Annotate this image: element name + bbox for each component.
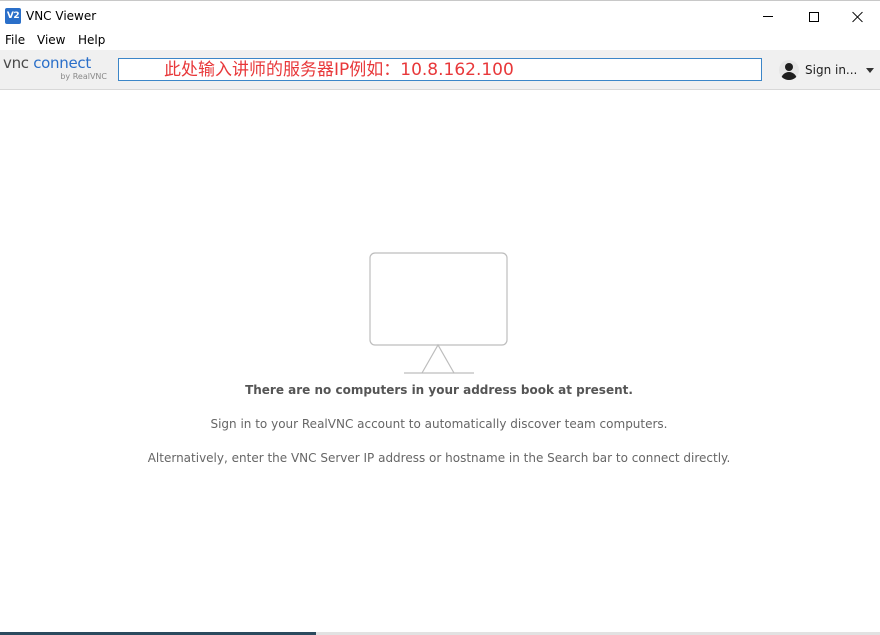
search-bar[interactable] (118, 58, 762, 81)
logo-wordmark-prefix: vnc (3, 54, 29, 72)
vnc-connect-logo: vnc connect by RealVNC (3, 54, 111, 86)
menu-help[interactable]: Help (78, 33, 105, 47)
user-icon (779, 60, 799, 80)
menu-file[interactable]: File (5, 33, 25, 47)
maximize-icon (809, 11, 819, 22)
monitor-icon (369, 252, 508, 374)
minimize-button[interactable] (745, 1, 791, 32)
vnc-app-icon: V2 (5, 8, 21, 24)
empty-state-search-hint: Alternatively, enter the VNC Server IP a… (147, 451, 731, 465)
maximize-button[interactable] (791, 1, 837, 32)
sign-in-button[interactable]: Sign in... (776, 59, 876, 81)
window-title: VNC Viewer (26, 9, 97, 23)
address-book-area: There are no computers in your address b… (0, 91, 880, 632)
menu-bar: File View Help (0, 31, 880, 50)
avatar-body (781, 72, 797, 80)
toolbar: vnc connect by RealVNC Sign in... (0, 50, 880, 90)
empty-state-signin-hint: Sign in to your RealVNC account to autom… (210, 417, 668, 431)
search-input[interactable] (119, 59, 761, 80)
close-button[interactable] (835, 1, 880, 32)
close-icon (852, 11, 864, 23)
chevron-down-icon[interactable] (866, 67, 875, 73)
avatar-head (785, 63, 793, 71)
empty-state-heading: There are no computers in your address b… (245, 383, 633, 397)
logo-wordmark: vnc connect (3, 54, 91, 72)
logo-wordmark-suffix: connect (28, 54, 91, 72)
minimize-icon (763, 16, 773, 17)
logo-byline: by RealVNC (60, 72, 107, 81)
title-bar[interactable]: V2 VNC Viewer (0, 0, 880, 31)
sign-in-label: Sign in... (805, 63, 858, 77)
menu-view[interactable]: View (37, 33, 65, 47)
